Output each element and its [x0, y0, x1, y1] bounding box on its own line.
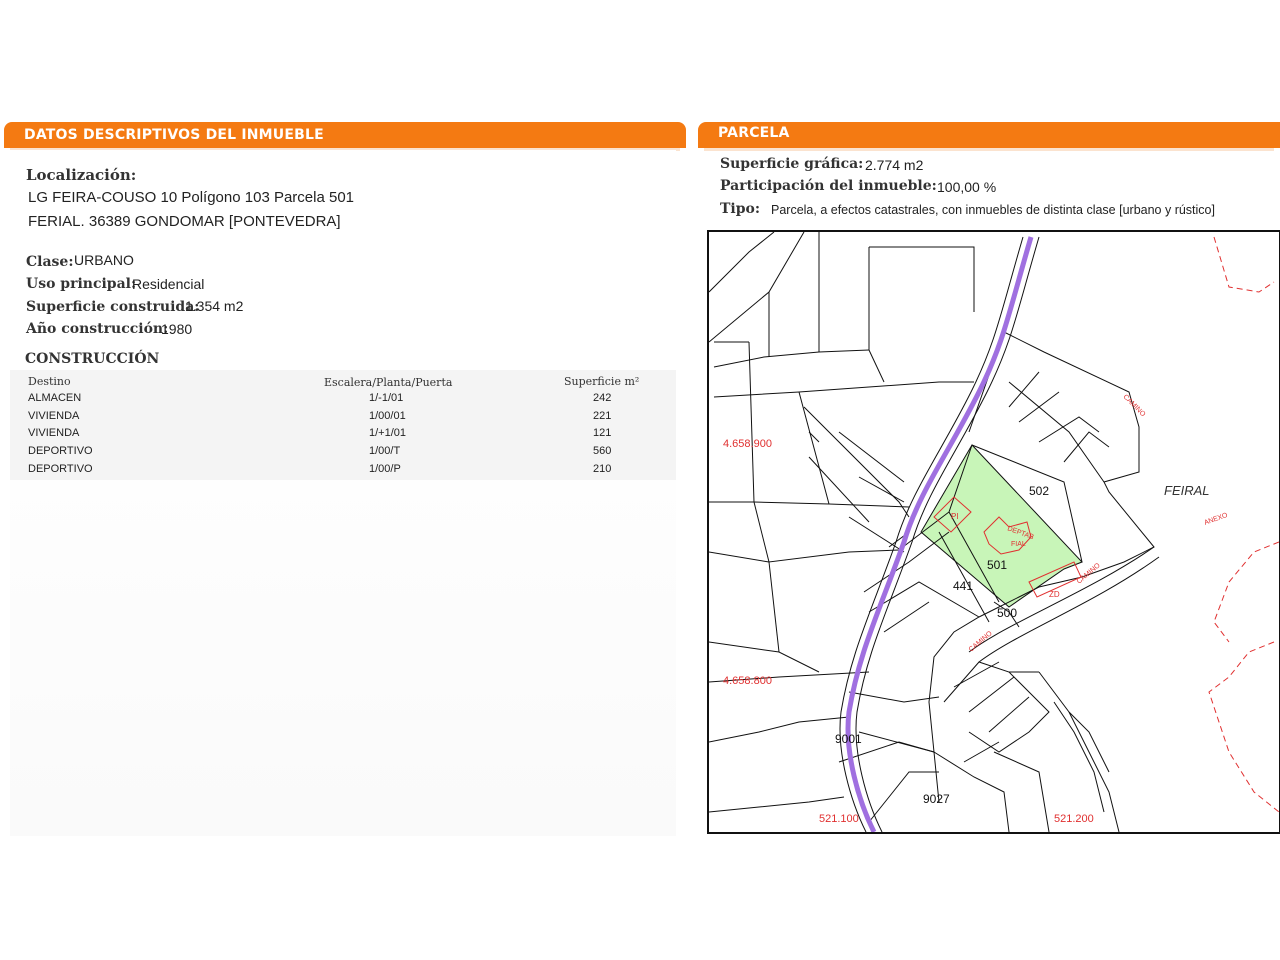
clase-value: URBANO — [74, 252, 134, 268]
row-escalera: 1/00/T — [369, 445, 401, 457]
district-boundary — [1208, 236, 1279, 813]
row-destino: VIVIENDA — [28, 410, 80, 422]
datos-descriptivos-title: DATOS DESCRIPTIVOS DEL INMUEBLE — [24, 127, 324, 143]
row-destino: VIVIENDA — [28, 427, 80, 439]
row-superficie: 221 — [593, 410, 612, 422]
localizacion-label: Localización: — [26, 166, 137, 184]
tipo-label: Tipo: — [720, 201, 761, 217]
label-camino-3: CAMINO — [968, 630, 994, 654]
address-line-2: FERIAL. 36389 GONDOMAR [PONTEVEDRA] — [28, 213, 341, 230]
row-escalera: 1/-1/01 — [369, 392, 404, 404]
row-destino: DEPORTIVO — [28, 445, 93, 457]
row-escalera: 1/+1/01 — [369, 427, 407, 439]
building-label-zd: ZD — [1049, 590, 1060, 599]
superficie-construida-value: 1.354 m2 — [185, 298, 244, 314]
row-superficie: 121 — [593, 427, 612, 439]
coord-x-521200: 521.200 — [1054, 813, 1094, 825]
clase-label: Clase: — [26, 254, 74, 270]
row-superficie: 210 — [593, 463, 612, 475]
tipo-value: Parcela, a efectos catastrales, con inmu… — [771, 203, 1215, 217]
address-line-1: LG FEIRA-COUSO 10 Polígono 103 Parcela 5… — [28, 189, 355, 206]
uso-principal-label: Uso principal: — [26, 276, 137, 292]
row-destino: DEPORTIVO — [28, 463, 93, 475]
datos-descriptivos-header: DATOS DESCRIPTIVOS DEL INMUEBLE — [4, 122, 686, 151]
building-label-pi: PI — [951, 512, 959, 521]
table-header-escalera: Escalera/Planta/Puerta — [324, 376, 453, 389]
row-superficie: 242 — [593, 392, 612, 404]
building-label-fial: FIAL — [1011, 541, 1026, 548]
row-superficie: 560 — [593, 445, 612, 457]
superficie-construida-label: Superficie construida: — [26, 299, 200, 315]
table-header-superficie: Superficie m² — [564, 375, 640, 388]
row-escalera: 1/00/P — [369, 463, 401, 475]
participacion-value: 100,00 % — [937, 179, 997, 195]
parcel-label-9001: 9001 — [835, 732, 862, 746]
cadastral-map[interactable]: 4.658.900 4.658.800 521.100 521.200 FEIR… — [707, 230, 1280, 834]
participacion-label: Participación del inmueble: — [720, 178, 937, 194]
label-anexo: ANEXO — [1203, 512, 1229, 527]
coord-y-4658900: 4.658.900 — [723, 438, 772, 450]
ano-construccion-label: Año construcción: — [26, 321, 169, 337]
superficie-grafica-label: Superficie gráfica: — [720, 156, 864, 172]
coord-x-521100: 521.100 — [819, 813, 859, 825]
coord-y-4658800: 4.658.800 — [723, 675, 772, 687]
parcela-header: PARCELA — [698, 122, 1280, 151]
construccion-title: CONSTRUCCIÓN — [25, 351, 160, 367]
parcel-label-500: 500 — [997, 606, 1017, 620]
parcel-label-501: 501 — [987, 558, 1007, 572]
superficie-grafica-value: 2.774 m2 — [865, 157, 924, 173]
parcel-label-441: 441 — [953, 579, 973, 593]
uso-principal-value: Residencial — [132, 276, 205, 292]
row-escalera: 1/00/01 — [369, 410, 406, 422]
ano-construccion-value: 1980 — [161, 321, 193, 337]
table-header-destino: Destino — [28, 375, 71, 388]
label-camino-1: CAMINO — [1122, 393, 1147, 418]
place-name-feiral: FEIRAL — [1164, 483, 1210, 498]
parcela-title: PARCELA — [718, 125, 790, 141]
cadastral-map-svg: 4.658.900 4.658.800 521.100 521.200 FEIR… — [709, 232, 1279, 832]
parcel-label-9027: 9027 — [923, 792, 950, 806]
row-destino: ALMACEN — [28, 392, 82, 404]
parcel-label-502: 502 — [1029, 484, 1049, 498]
